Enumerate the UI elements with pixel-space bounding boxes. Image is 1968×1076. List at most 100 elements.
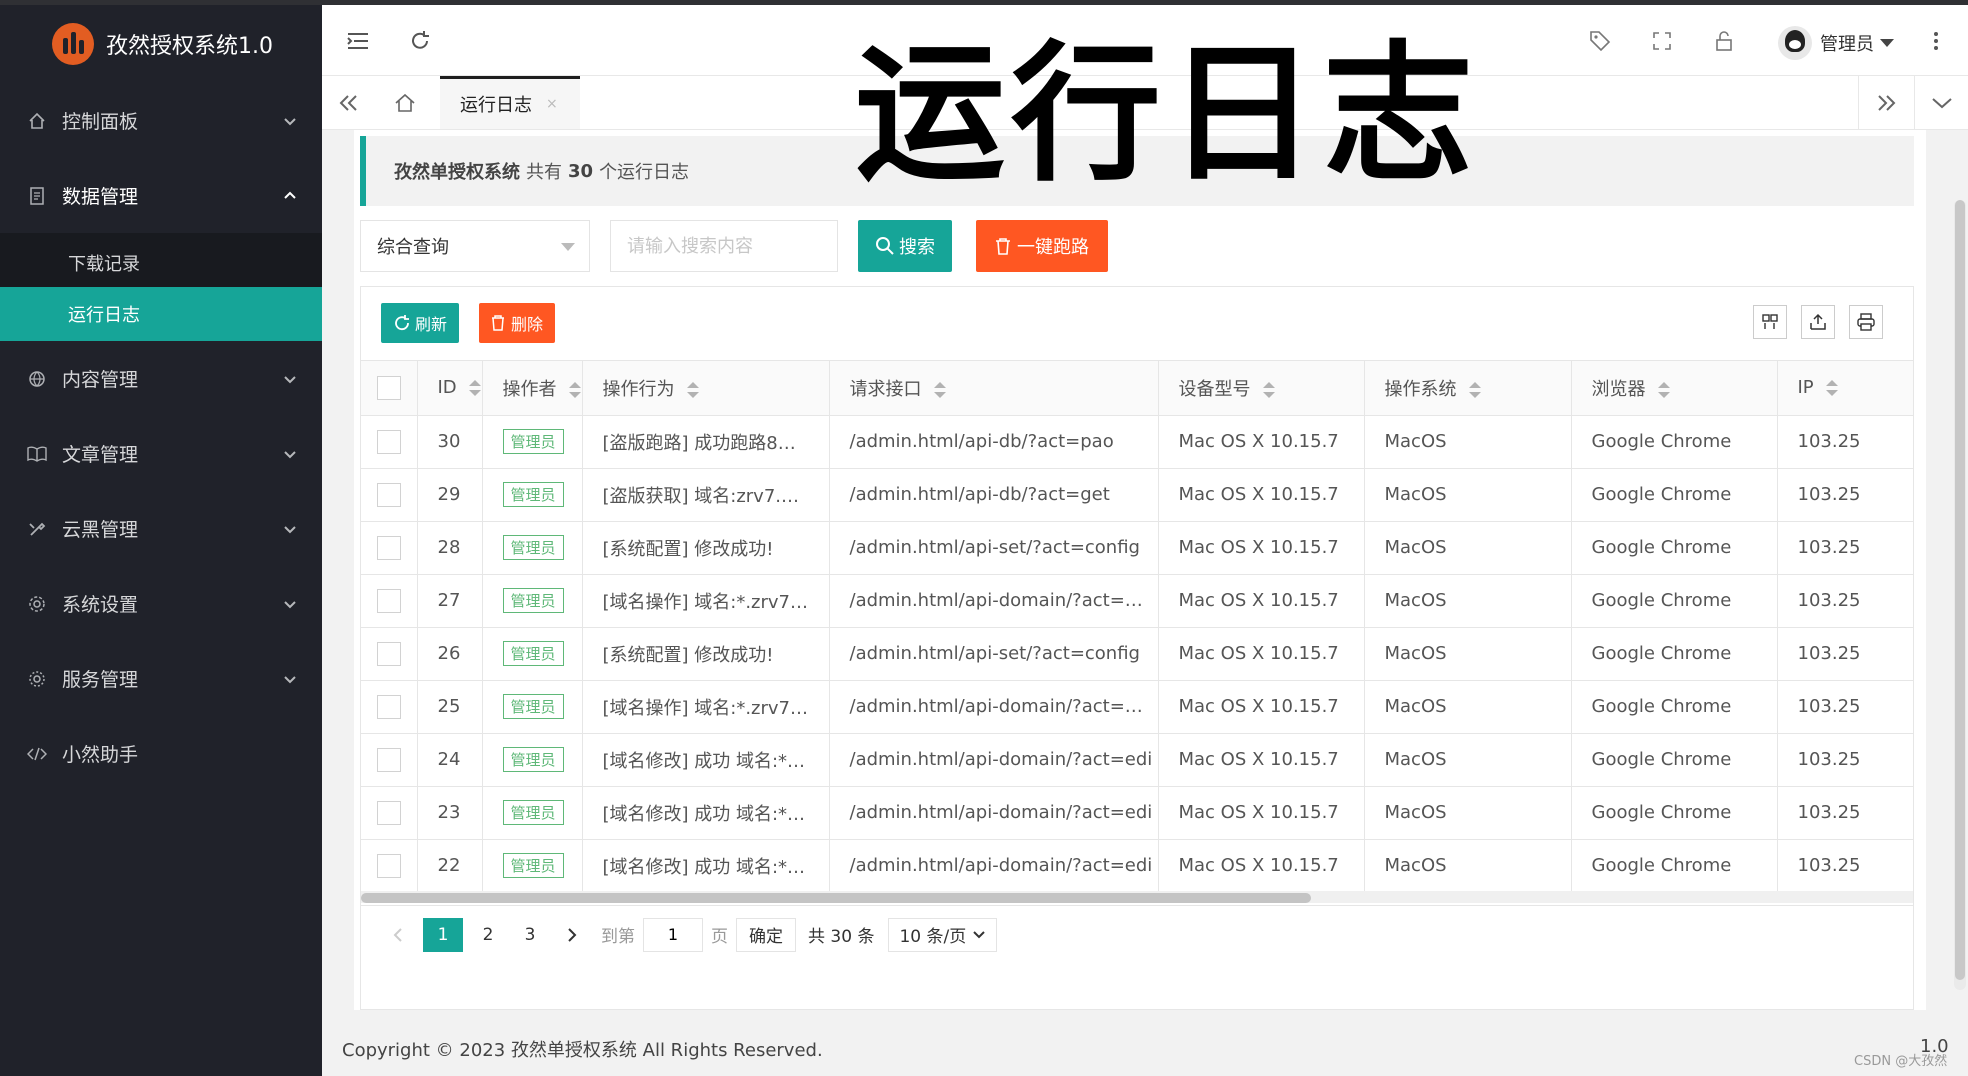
cell-action: [盗版跑路] 成功跑路8…	[582, 415, 830, 469]
tabs-scroll-right-icon[interactable]	[1858, 76, 1912, 129]
table-row[interactable]: 22 管理员 [域名修改] 成功 域名:*…/admin.html/api-doma…	[361, 839, 1913, 891]
tabs-menu-chevron-icon[interactable]	[1914, 76, 1968, 129]
refresh-button[interactable]: 刷新	[381, 303, 460, 343]
search-button[interactable]: 搜索	[858, 220, 952, 272]
cell-os: MacOS	[1364, 415, 1572, 469]
sort-icon[interactable]	[568, 381, 581, 398]
row-checkbox[interactable]	[377, 853, 401, 878]
table-row[interactable]: 26 管理员 [系统配置] 修改成功!/admin.html/api-set/?ac…	[361, 627, 1913, 681]
table-row[interactable]: 25 管理员 [域名操作] 域名:*.zrv7…/admin.html/api-do…	[361, 680, 1913, 734]
sidebar-item-blacklist[interactable]: 云黑管理	[0, 491, 322, 566]
cell-ip: 103.25	[1777, 680, 1913, 734]
sort-icon[interactable]	[1262, 381, 1275, 398]
tag-icon[interactable]	[1586, 27, 1614, 55]
horizontal-scrollbar[interactable]	[361, 891, 1913, 903]
chevron-down-icon	[284, 600, 296, 608]
cell-endpoint: /admin.html/api-domain/?act=edi	[829, 733, 1159, 787]
table-row[interactable]: 30 管理员 [盗版跑路] 成功跑路8…/admin.html/api-db/?ac…	[361, 415, 1913, 469]
page-3[interactable]: 3	[513, 918, 547, 952]
brand[interactable]: 孜然授权系统1.0	[0, 5, 322, 83]
sort-icon[interactable]	[933, 381, 946, 398]
query-type-select[interactable]: 综合查询	[360, 220, 590, 272]
goto-confirm-button[interactable]: 确定	[736, 917, 796, 952]
row-checkbox[interactable]	[377, 588, 401, 613]
one-click-run-button[interactable]: 一键跑路	[976, 220, 1108, 272]
table-row[interactable]: 27 管理员 [域名操作] 域名:*.zrv7…/admin.html/api-do…	[361, 574, 1913, 628]
sidebar-subitem-run-log[interactable]: 运行日志	[0, 287, 322, 341]
sidebar-item-settings[interactable]: 系统设置	[0, 566, 322, 641]
close-icon[interactable]: ×	[546, 96, 558, 112]
column-header-endpoint[interactable]: 请求接口	[829, 361, 1159, 416]
page-size-select[interactable]: 10 条/页	[888, 917, 998, 952]
cell-action: [系统配置] 修改成功!	[582, 521, 830, 575]
export-icon[interactable]	[1801, 305, 1835, 339]
print-icon[interactable]	[1849, 305, 1883, 339]
cell-ip: 103.25	[1777, 627, 1913, 681]
sidebar-item-articles[interactable]: 文章管理	[0, 416, 322, 491]
sort-icon[interactable]	[1825, 380, 1838, 397]
tab-run-log[interactable]: 运行日志 ×	[440, 76, 580, 129]
cell-operator: 管理员	[482, 574, 583, 628]
home-tab-icon[interactable]	[378, 76, 432, 129]
watermark: CSDN @大孜然	[1854, 1054, 1948, 1069]
delete-button[interactable]: 删除	[479, 303, 556, 343]
column-header-id[interactable]: ID	[417, 361, 483, 416]
column-header-action[interactable]: 操作行为	[582, 361, 830, 416]
vertical-scrollbar[interactable]	[1954, 200, 1966, 990]
row-checkbox[interactable]	[377, 800, 401, 825]
column-header-ip[interactable]: IP	[1777, 361, 1913, 416]
page-2[interactable]: 2	[471, 918, 505, 952]
next-page-icon[interactable]	[555, 918, 589, 952]
goto-page-input[interactable]	[643, 917, 703, 952]
cell-action: [域名修改] 成功 域名:*…	[582, 839, 830, 891]
row-checkbox[interactable]	[377, 641, 401, 666]
sidebar-item-label: 小然助手	[62, 744, 139, 766]
user-menu[interactable]: 管理员	[1778, 25, 1894, 61]
sidebar-item-data[interactable]: 数据管理	[0, 158, 322, 233]
sort-icon[interactable]	[1657, 381, 1670, 398]
sidebar-item-content[interactable]: 内容管理	[0, 341, 322, 416]
refresh-icon[interactable]	[406, 27, 434, 55]
cell-os: MacOS	[1364, 468, 1572, 522]
lock-icon[interactable]	[1710, 27, 1738, 55]
cell-browser: Google Chrome	[1571, 574, 1778, 628]
sort-icon[interactable]	[468, 380, 481, 397]
row-checkbox[interactable]	[377, 694, 401, 719]
column-header-browser[interactable]: 浏览器	[1571, 361, 1778, 416]
cell-os: MacOS	[1364, 627, 1572, 681]
menu-fold-icon[interactable]	[344, 27, 372, 55]
row-checkbox[interactable]	[377, 482, 401, 507]
row-checkbox[interactable]	[377, 747, 401, 772]
chevron-down-icon	[284, 117, 296, 125]
tabs-scroll-left-icon[interactable]	[322, 76, 376, 129]
page-1[interactable]: 1	[423, 917, 463, 952]
sidebar-subitem-downloads[interactable]: 下载记录	[0, 233, 322, 287]
sidebar-item-label: 云黑管理	[62, 519, 139, 541]
sidebar-item-assistant[interactable]: 小然助手	[0, 716, 322, 791]
fullscreen-icon[interactable]	[1648, 27, 1676, 55]
cell-operator: 管理员	[482, 733, 583, 787]
column-header-device[interactable]: 设备型号	[1158, 361, 1365, 416]
scrollbar-thumb[interactable]	[361, 893, 1311, 903]
prev-page-icon[interactable]	[381, 918, 415, 952]
column-header-operator[interactable]: 操作者	[482, 361, 583, 416]
scrollbar-thumb[interactable]	[1955, 200, 1965, 980]
table-row[interactable]: 24 管理员 [域名修改] 成功 域名:*…/admin.html/api-doma…	[361, 733, 1913, 787]
cell-ip: 103.25	[1777, 521, 1913, 575]
select-all-checkbox[interactable]	[377, 375, 401, 400]
sidebar-item-dashboard[interactable]: 控制面板	[0, 83, 322, 158]
row-checkbox[interactable]	[377, 535, 401, 560]
column-header-os[interactable]: 操作系统	[1364, 361, 1572, 416]
sort-icon[interactable]	[1468, 381, 1481, 398]
notice-system-name: 孜然单授权系统	[394, 162, 520, 183]
columns-icon[interactable]	[1753, 305, 1787, 339]
row-checkbox[interactable]	[377, 429, 401, 454]
sort-icon[interactable]	[686, 381, 699, 398]
sidebar-item-services[interactable]: 服务管理	[0, 641, 322, 716]
table-row[interactable]: 28 管理员 [系统配置] 修改成功!/admin.html/api-set/?ac…	[361, 521, 1913, 575]
table-row[interactable]: 29 管理员 [盗版获取] 域名:zrv7.…/admin.html/api-db/…	[361, 468, 1913, 522]
more-vertical-icon[interactable]	[1922, 27, 1950, 55]
overlay-title: 运行日志	[855, 28, 1480, 202]
table-row[interactable]: 23 管理员 [域名修改] 成功 域名:*…/admin.html/api-doma…	[361, 786, 1913, 840]
search-input[interactable]	[610, 220, 838, 272]
